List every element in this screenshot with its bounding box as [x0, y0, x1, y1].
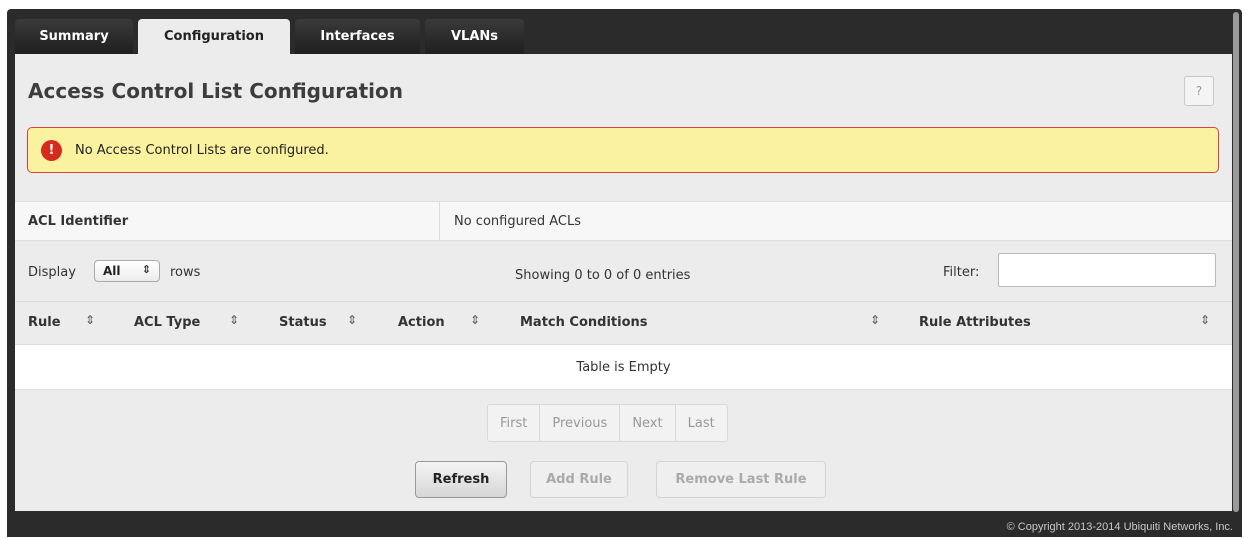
page-previous-button[interactable]: Previous — [540, 405, 621, 441]
alert-message: No Access Control Lists are configured. — [75, 142, 329, 158]
remove-last-rule-button[interactable]: Remove Last Rule — [656, 461, 826, 498]
page-title: Access Control List Configuration — [28, 79, 403, 103]
refresh-button[interactable]: Refresh — [415, 461, 507, 498]
sort-icon[interactable]: ⇕ — [347, 313, 357, 327]
pagination: First Previous Next Last — [487, 404, 728, 442]
entries-summary: Showing 0 to 0 of 0 entries — [515, 268, 691, 283]
page-next-button[interactable]: Next — [620, 405, 676, 441]
column-header-rule-attributes[interactable]: Rule Attributes — [919, 315, 1031, 330]
sort-icon[interactable]: ⇕ — [1200, 313, 1210, 327]
rows-label: rows — [170, 265, 201, 280]
rows-per-page-value: All — [103, 264, 121, 278]
error-icon: ! — [41, 139, 62, 161]
acl-identifier-value: No configured ACLs — [454, 213, 582, 229]
display-label: Display — [28, 265, 76, 280]
tab-bar: Summary Configuration Interfaces VLANs — [15, 19, 529, 54]
scrollbar[interactable] — [1233, 12, 1239, 512]
tab-summary[interactable]: Summary — [15, 19, 133, 54]
column-header-status[interactable]: Status — [279, 315, 327, 330]
filter-label: Filter: — [943, 265, 980, 280]
acl-identifier-label: ACL Identifier — [15, 202, 440, 240]
column-header-action[interactable]: Action — [398, 315, 445, 330]
column-header-rule[interactable]: Rule — [28, 315, 61, 330]
rows-per-page-select[interactable]: All ⇕ — [94, 260, 160, 282]
tab-interfaces[interactable]: Interfaces — [295, 19, 420, 54]
table-empty-row: Table is Empty — [15, 345, 1232, 390]
tab-vlans[interactable]: VLANs — [425, 19, 524, 54]
help-button[interactable]: ? — [1184, 76, 1214, 106]
table-controls: Display All ⇕ rows Showing 0 to 0 of 0 e… — [15, 252, 1232, 302]
column-header-match-conditions[interactable]: Match Conditions — [520, 315, 648, 330]
page-first-button[interactable]: First — [488, 405, 541, 441]
acl-identifier-row: ACL Identifier No configured ACLs — [15, 201, 1232, 241]
add-rule-button[interactable]: Add Rule — [530, 461, 628, 498]
sort-icon[interactable]: ⇕ — [85, 313, 95, 327]
copyright-text: © Copyright 2013-2014 Ubiquiti Networks,… — [1006, 521, 1233, 533]
table-header: Rule ⇕ ACL Type ⇕ Status ⇕ Action ⇕ Matc… — [15, 301, 1232, 345]
select-chevron-icon: ⇕ — [141, 263, 151, 276]
column-header-acl-type[interactable]: ACL Type — [134, 315, 200, 330]
filter-input[interactable] — [998, 253, 1216, 287]
sort-icon[interactable]: ⇕ — [870, 313, 880, 327]
main-panel: Access Control List Configuration ? ! No… — [15, 54, 1232, 511]
sort-icon[interactable]: ⇕ — [470, 313, 480, 327]
tab-configuration[interactable]: Configuration — [138, 19, 290, 54]
alert-banner: ! No Access Control Lists are configured… — [27, 127, 1219, 173]
page-last-button[interactable]: Last — [676, 405, 727, 441]
sort-icon[interactable]: ⇕ — [229, 313, 239, 327]
